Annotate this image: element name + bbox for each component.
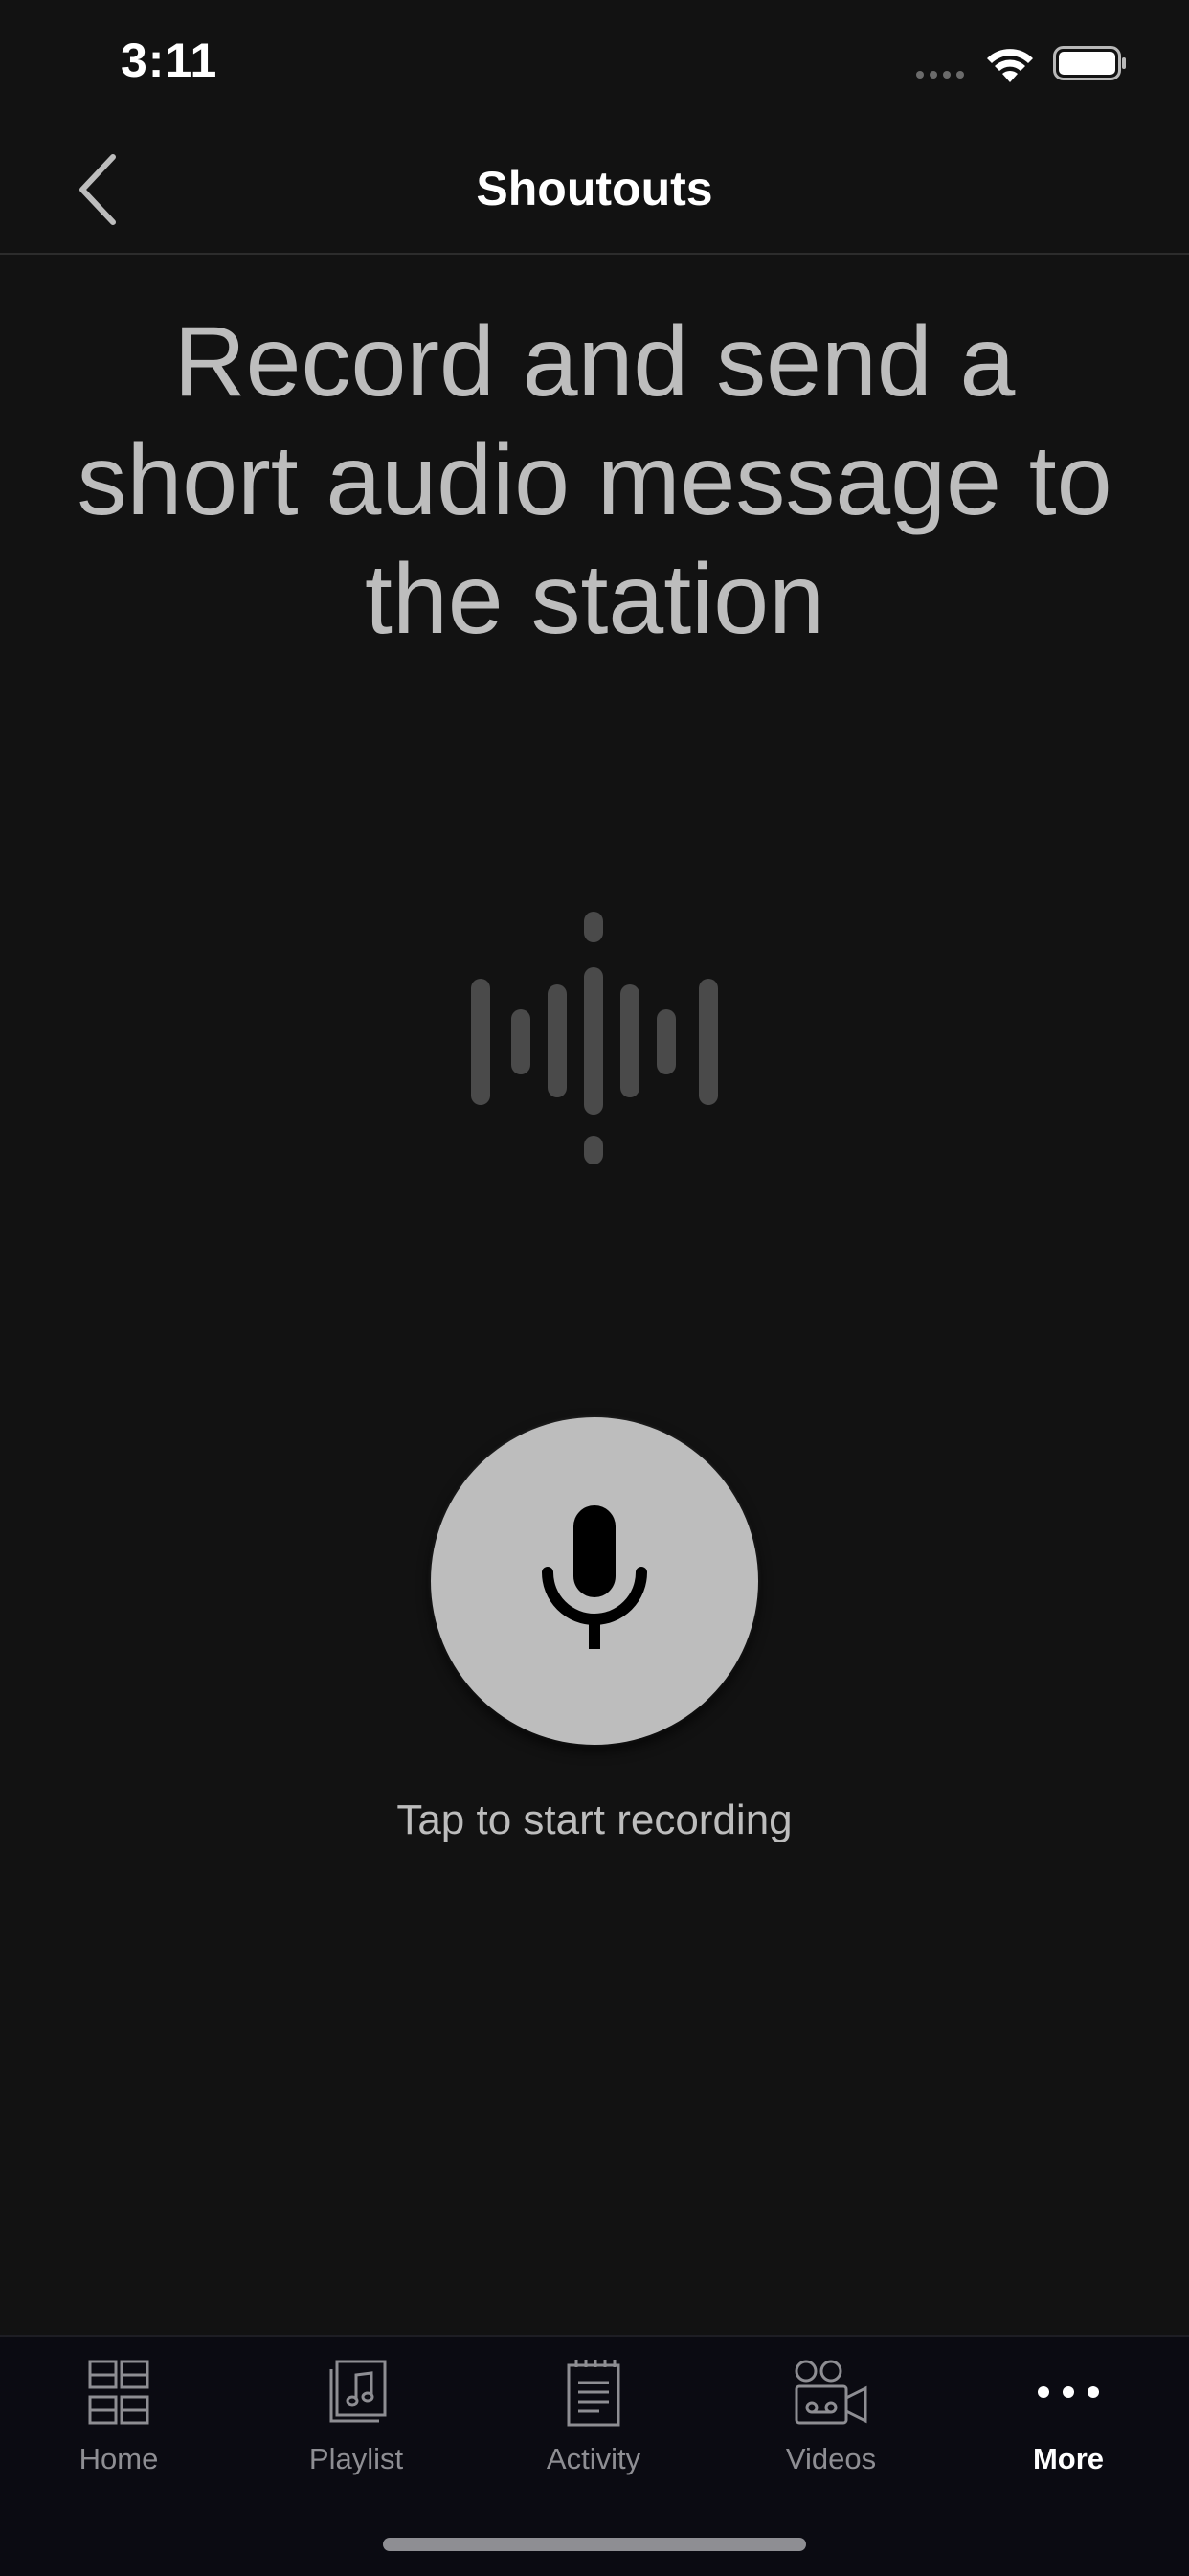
notepad-icon bbox=[567, 2360, 620, 2427]
instruction-heading: Record and send a short audio message to… bbox=[77, 306, 1112, 655]
more-dots-icon bbox=[1038, 2386, 1099, 2398]
home-indicator bbox=[383, 2538, 806, 2551]
wifi-icon bbox=[987, 49, 1033, 82]
music-note-icon bbox=[329, 2360, 387, 2423]
tab-label: Videos bbox=[785, 2442, 877, 2475]
tab-label: Activity bbox=[546, 2442, 641, 2475]
microphone-icon bbox=[542, 1505, 647, 1649]
tab-label: Playlist bbox=[308, 2442, 404, 2475]
navigation-bar: Shoutouts bbox=[0, 134, 1189, 255]
video-camera-icon bbox=[795, 2360, 867, 2425]
tab-playlist[interactable]: Playlist bbox=[237, 2337, 475, 2490]
record-button[interactable] bbox=[431, 1417, 758, 1745]
tab-label: Home bbox=[79, 2442, 159, 2475]
tab-more[interactable]: More bbox=[950, 2337, 1187, 2490]
page-title: Shoutouts bbox=[476, 162, 713, 215]
cellular-signal-icon bbox=[916, 71, 964, 79]
tab-label: More bbox=[1032, 2442, 1105, 2475]
tab-home[interactable]: Home bbox=[0, 2337, 237, 2490]
battery-icon bbox=[1053, 46, 1126, 80]
record-hint: Tap to start recording bbox=[396, 1796, 793, 1843]
audio-waveform-icon bbox=[471, 912, 718, 1164]
grid-icon bbox=[88, 2360, 149, 2425]
status-time: 3:11 bbox=[121, 34, 218, 87]
tab-activity[interactable]: Activity bbox=[475, 2337, 712, 2490]
tab-videos[interactable]: Videos bbox=[712, 2337, 950, 2490]
status-bar: 3:11 bbox=[0, 0, 1189, 134]
